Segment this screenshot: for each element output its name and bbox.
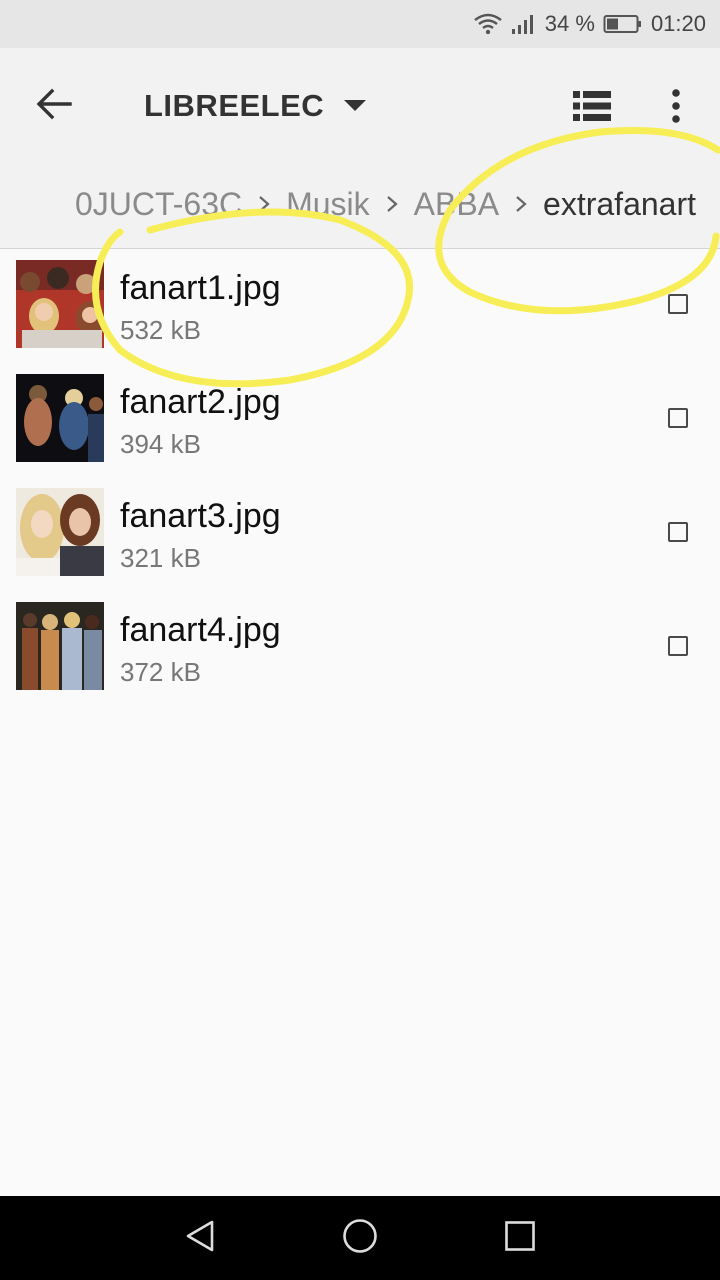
file-name: fanart3.jpg [120, 497, 281, 535]
back-button[interactable] [24, 78, 84, 134]
select-checkbox[interactable] [668, 408, 688, 428]
back-arrow-icon [36, 88, 72, 125]
select-checkbox[interactable] [668, 294, 688, 314]
breadcrumb: 0JUCT-63C Musik ABBA extrafanart [0, 160, 720, 249]
file-size: 394 kB [120, 429, 201, 459]
app-bar: LIBREELEC [0, 48, 720, 160]
status-bar: 34 % 01:20 [0, 0, 720, 48]
thumbnail-image [16, 374, 104, 462]
file-name: fanart1.jpg [120, 269, 281, 307]
wifi-icon [473, 13, 503, 35]
status-icons: 34 % 01:20 [473, 0, 706, 48]
chevron-right-icon [386, 195, 398, 213]
thumbnail-image [16, 488, 104, 576]
list-item[interactable]: fanart3.jpg 321 kB [0, 477, 720, 591]
file-size: 321 kB [120, 543, 201, 573]
select-checkbox[interactable] [668, 522, 688, 542]
list-item[interactable]: fanart2.jpg 394 kB [0, 363, 720, 477]
file-name: fanart4.jpg [120, 611, 281, 649]
chevron-right-icon [258, 195, 270, 213]
battery-icon [603, 13, 643, 35]
signal-icon [511, 13, 537, 35]
app-title: LIBREELEC [144, 88, 325, 123]
dropdown-caret-icon [344, 100, 367, 112]
thumbnail-image [16, 260, 104, 348]
breadcrumb-item[interactable]: Musik [286, 186, 370, 223]
list-view-button[interactable] [566, 82, 618, 134]
navigation-bar [0, 1196, 720, 1280]
thumbnail-image [16, 602, 104, 690]
clock: 01:20 [650, 11, 706, 36]
breadcrumb-path: 0JUCT-63C Musik ABBA extrafanart [75, 160, 696, 248]
battery-percent: 34 % [544, 11, 595, 36]
list-view-icon [573, 90, 611, 127]
file-size: 532 kB [120, 315, 201, 345]
file-name: fanart2.jpg [120, 383, 281, 421]
file-list: fanart1.jpg 532 kB fanart2.jpg 394 kB fa… [0, 249, 720, 705]
chevron-right-icon [515, 195, 527, 213]
nav-recents-button[interactable] [490, 1210, 550, 1266]
select-checkbox[interactable] [668, 636, 688, 656]
list-item[interactable]: fanart1.jpg 532 kB [0, 249, 720, 363]
breadcrumb-item[interactable]: 0JUCT-63C [75, 186, 242, 223]
nav-back-icon [184, 1219, 216, 1258]
nav-home-button[interactable] [330, 1210, 390, 1266]
more-vert-icon [671, 88, 681, 128]
nav-home-icon [342, 1218, 378, 1259]
source-selector[interactable]: LIBREELEC [144, 84, 367, 128]
nav-recents-icon [504, 1220, 536, 1257]
breadcrumb-item[interactable]: ABBA [414, 186, 499, 223]
more-options-button[interactable] [654, 82, 698, 134]
nav-back-button[interactable] [170, 1210, 230, 1266]
file-size: 372 kB [120, 657, 201, 687]
breadcrumb-current[interactable]: extrafanart [543, 186, 696, 223]
list-item[interactable]: fanart4.jpg 372 kB [0, 591, 720, 705]
